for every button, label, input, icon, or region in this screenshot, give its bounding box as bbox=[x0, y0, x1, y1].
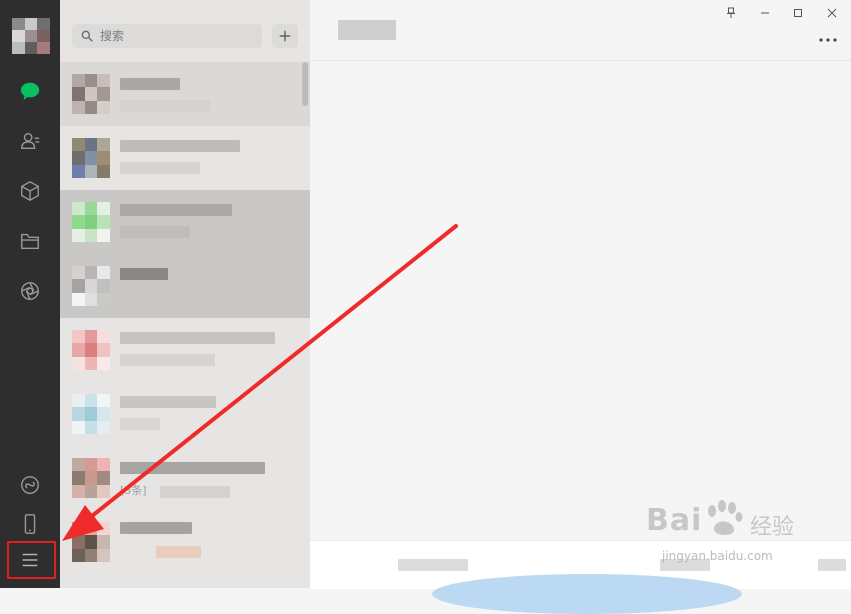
chat-item[interactable] bbox=[60, 510, 310, 574]
contact-avatar bbox=[72, 266, 110, 306]
chat-item[interactable] bbox=[60, 318, 310, 382]
contact-avatar bbox=[72, 202, 110, 242]
nav-rail bbox=[0, 0, 60, 588]
ellipsis-icon bbox=[819, 38, 837, 42]
chat-preview: [5条] bbox=[120, 484, 147, 497]
add-button[interactable] bbox=[272, 24, 298, 48]
chats-button[interactable] bbox=[15, 76, 45, 106]
user-avatar[interactable] bbox=[12, 18, 50, 54]
mini-program-icon bbox=[21, 476, 39, 494]
contacts-icon bbox=[21, 132, 40, 150]
search-icon bbox=[81, 30, 93, 42]
close-icon bbox=[827, 8, 837, 18]
menu-highlight-box bbox=[7, 541, 56, 579]
contact-avatar bbox=[72, 522, 110, 562]
chat-item[interactable]: [5条] bbox=[60, 446, 310, 510]
pin-button[interactable] bbox=[720, 4, 742, 22]
search-box[interactable] bbox=[72, 24, 262, 48]
watermark-url: jingyan.baidu.com bbox=[662, 549, 773, 563]
watermark-brand: Bai bbox=[646, 503, 703, 538]
contact-avatar bbox=[72, 394, 110, 434]
contact-avatar bbox=[72, 138, 110, 178]
moments-button[interactable] bbox=[15, 276, 45, 306]
maximize-icon bbox=[794, 9, 802, 17]
paw-logo-icon bbox=[708, 500, 743, 535]
cube-icon bbox=[21, 181, 39, 201]
minimize-icon bbox=[761, 12, 769, 14]
chat-header bbox=[310, 0, 851, 61]
contact-avatar bbox=[72, 458, 110, 498]
watermark-brand-cn: 经验 bbox=[750, 515, 795, 540]
watermark: Bai 经验 jingyan.baidu.com bbox=[646, 497, 806, 569]
plus-icon bbox=[279, 30, 291, 42]
contacts-button[interactable] bbox=[15, 126, 45, 156]
chat-item[interactable] bbox=[60, 382, 310, 446]
minimize-button[interactable] bbox=[754, 4, 776, 22]
chat-list-scrollbar[interactable] bbox=[302, 62, 308, 106]
chat-list-panel: [5条] bbox=[60, 0, 310, 588]
more-options-button[interactable] bbox=[816, 32, 840, 48]
maximize-button[interactable] bbox=[787, 4, 809, 22]
aperture-icon bbox=[21, 282, 39, 300]
phone-icon bbox=[24, 514, 36, 534]
chat-item[interactable] bbox=[60, 126, 310, 190]
contact-avatar bbox=[72, 74, 110, 114]
mini-programs-button[interactable] bbox=[15, 470, 45, 500]
chat-item[interactable] bbox=[60, 254, 310, 318]
chat-item[interactable] bbox=[60, 62, 310, 126]
chat-title-blurred bbox=[338, 20, 396, 40]
close-button[interactable] bbox=[821, 4, 843, 22]
chat-bubble-icon bbox=[20, 82, 40, 101]
favorites-button[interactable] bbox=[15, 176, 45, 206]
phone-button[interactable] bbox=[15, 509, 45, 539]
files-button[interactable] bbox=[15, 226, 45, 256]
decorative-arc bbox=[432, 574, 742, 614]
folder-icon bbox=[21, 233, 39, 250]
pin-icon bbox=[727, 7, 735, 18]
search-input[interactable] bbox=[98, 28, 252, 44]
contact-avatar bbox=[72, 330, 110, 370]
chat-item[interactable] bbox=[60, 190, 310, 254]
